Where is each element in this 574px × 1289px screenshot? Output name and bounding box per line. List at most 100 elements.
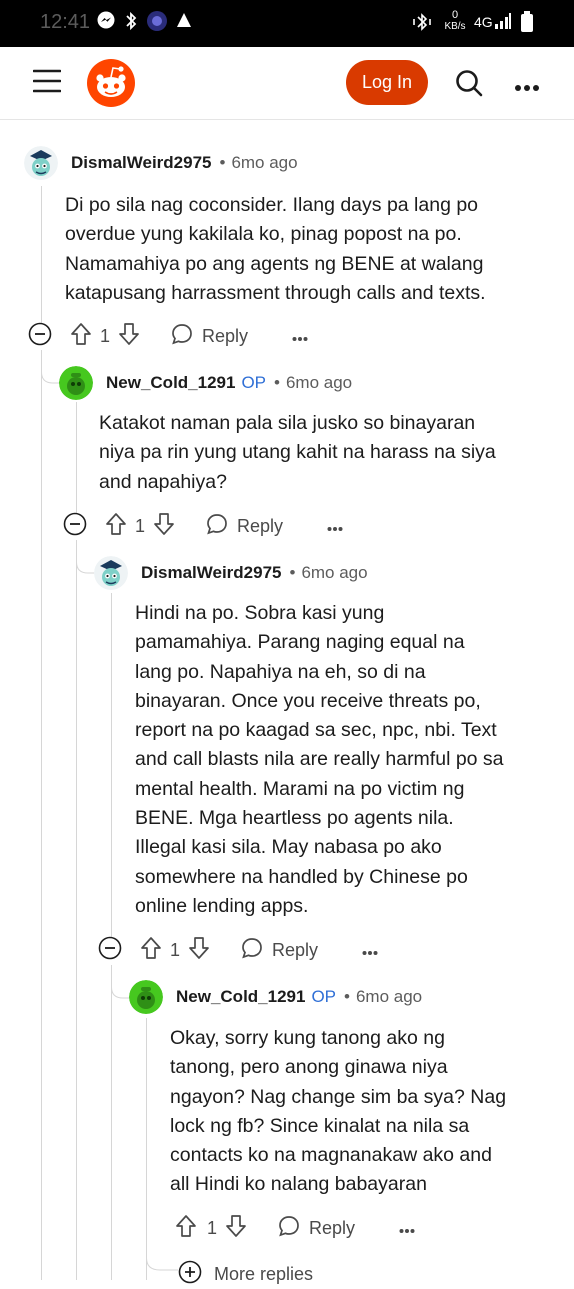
op-badge: OP bbox=[311, 987, 337, 1006]
reddit-logo-icon[interactable] bbox=[86, 58, 136, 113]
speed-value: 0 bbox=[451, 9, 459, 21]
expand-plus-icon bbox=[178, 1260, 202, 1289]
signal-icon bbox=[494, 12, 512, 35]
downvote-icon[interactable] bbox=[225, 1214, 247, 1243]
reply-button[interactable]: Reply bbox=[277, 1214, 355, 1243]
comment-line: pamamahiya. Parang naging equal na bbox=[135, 631, 465, 654]
downvote-icon[interactable] bbox=[153, 512, 175, 541]
comment-line: and call blasts nila are really harmful … bbox=[135, 748, 504, 771]
comment-line: mental health. Marami na po victim ng bbox=[135, 777, 465, 800]
separator-dot: • bbox=[289, 563, 296, 582]
vote-count: 1 bbox=[207, 1217, 218, 1238]
more-options-icon[interactable] bbox=[514, 79, 540, 97]
comment-actions: 1 Reply bbox=[175, 1212, 415, 1244]
reply-icon bbox=[277, 1214, 301, 1243]
upvote-icon[interactable] bbox=[175, 1214, 197, 1243]
comment-time: 6mo ago bbox=[231, 153, 298, 172]
comment-actions: 1 Reply bbox=[98, 934, 378, 966]
avatar[interactable] bbox=[129, 980, 163, 1014]
avatar[interactable] bbox=[24, 146, 58, 180]
vote-count: 1 bbox=[135, 515, 146, 536]
reply-icon bbox=[170, 322, 194, 351]
comment-time: 6mo ago bbox=[285, 373, 353, 392]
comment-line: Hindi na po. Sobra kasi yung bbox=[135, 602, 385, 624]
menu-icon[interactable] bbox=[32, 69, 62, 98]
reply-button[interactable]: Reply bbox=[240, 936, 318, 965]
comment-time: 6mo ago bbox=[355, 987, 423, 1006]
comment-meta: New_Cold_1291 OP • 6mo ago bbox=[176, 980, 422, 1014]
thread-line bbox=[41, 186, 42, 323]
comment-line: lang po. Napahiya na eh, so di na bbox=[135, 660, 426, 683]
comment-line: Okay, sorry kung tanong ako ng bbox=[170, 1027, 445, 1049]
collapse-icon[interactable] bbox=[63, 512, 89, 541]
comment-body: Di po sila nag coconsider. Ilang days pa… bbox=[65, 191, 486, 308]
search-icon[interactable] bbox=[455, 69, 483, 102]
thread-line bbox=[111, 965, 112, 1280]
collapse-icon[interactable] bbox=[28, 322, 54, 351]
avatar[interactable] bbox=[94, 556, 128, 590]
avatar[interactable] bbox=[59, 366, 93, 400]
vibrate-bluetooth-icon bbox=[412, 12, 432, 37]
app-header: Log In bbox=[0, 47, 574, 120]
separator-dot: • bbox=[219, 153, 226, 172]
comment-line: report na po kaagad sa sec, npc, nbi. Te… bbox=[135, 719, 497, 742]
comment-meta: DismalWeird2975 • 6mo ago bbox=[71, 146, 298, 180]
comment-time: 6mo ago bbox=[301, 563, 368, 582]
login-button[interactable]: Log In bbox=[346, 60, 428, 105]
collapse-icon[interactable] bbox=[98, 936, 124, 965]
thread-line bbox=[76, 402, 77, 514]
downvote-icon[interactable] bbox=[118, 322, 140, 351]
comment-line: Namamahiya po ang agents ng BENE at wala… bbox=[65, 252, 484, 275]
comment-line: katapusang harrassment through calls and… bbox=[65, 281, 486, 304]
thread-line bbox=[41, 350, 42, 1280]
comment-overflow-icon[interactable] bbox=[399, 1218, 415, 1239]
more-replies-button[interactable]: More replies bbox=[178, 1260, 313, 1289]
vote-count: 1 bbox=[170, 939, 181, 960]
thread-connector bbox=[146, 1240, 178, 1271]
comment-actions: 1 Reply bbox=[63, 510, 343, 542]
reply-label: Reply bbox=[309, 1217, 356, 1238]
comment-line: contacts ko na magnanakaw ako and bbox=[170, 1144, 492, 1167]
comment-line: BENE. Mga heartless po agents nila. bbox=[135, 807, 454, 830]
comment-overflow-icon[interactable] bbox=[327, 516, 343, 537]
thread-line bbox=[76, 540, 77, 1280]
comment-body: Okay, sorry kung tanong ako ng tanong, p… bbox=[170, 1024, 506, 1200]
clock: 12:41 bbox=[40, 11, 91, 33]
comment-line: Katakot naman pala sila jusko so binayar… bbox=[99, 412, 476, 434]
author-name[interactable]: DismalWeird2975 bbox=[141, 563, 281, 583]
reply-icon bbox=[240, 936, 264, 965]
comment-meta: DismalWeird2975 • 6mo ago bbox=[141, 556, 368, 590]
comment-overflow-icon[interactable] bbox=[292, 326, 308, 347]
messenger-icon bbox=[96, 10, 116, 35]
bluetooth-icon bbox=[124, 11, 138, 36]
reply-button[interactable]: Reply bbox=[205, 512, 283, 541]
alert-icon bbox=[176, 12, 192, 33]
app-notification-icon bbox=[146, 10, 168, 37]
network-type: 4G bbox=[474, 14, 493, 30]
upvote-icon[interactable] bbox=[140, 936, 162, 965]
comment-body: Hindi na po. Sobra kasi yung pamamahiya.… bbox=[135, 599, 504, 921]
upvote-icon[interactable] bbox=[105, 512, 127, 541]
comment-line: binayaran. Once you receive threats po, bbox=[135, 689, 481, 712]
comment-line: overdue yung kakilala ko, pinag popost n… bbox=[65, 223, 462, 246]
author-name[interactable]: New_Cold_1291 bbox=[106, 373, 235, 393]
downvote-icon[interactable] bbox=[188, 936, 210, 965]
comment-overflow-icon[interactable] bbox=[362, 940, 378, 961]
comment-meta: New_Cold_1291 OP • 6mo ago bbox=[106, 366, 352, 400]
comment-line: lock ng fb? Since kinalat na nila sa bbox=[170, 1114, 470, 1137]
comment-body: Katakot naman pala sila jusko so binayar… bbox=[99, 409, 496, 497]
comment-line: Di po sila nag coconsider. Ilang days pa… bbox=[65, 194, 479, 216]
author-name[interactable]: New_Cold_1291 bbox=[176, 987, 305, 1007]
comment-line: ngayon? Nag change sim ba sya? Nag bbox=[170, 1085, 507, 1108]
separator-dot: • bbox=[274, 373, 280, 392]
comment-line: Illegal kasi sila. May nabasa po ako bbox=[135, 836, 442, 859]
reply-icon bbox=[205, 512, 229, 541]
comment-line: and napahiya? bbox=[99, 470, 227, 493]
reply-button[interactable]: Reply bbox=[170, 322, 248, 351]
op-badge: OP bbox=[241, 373, 267, 392]
author-name[interactable]: DismalWeird2975 bbox=[71, 153, 211, 173]
speed-unit: KB/s bbox=[444, 21, 466, 32]
upvote-icon[interactable] bbox=[70, 322, 92, 351]
comment-actions: 1 Reply bbox=[28, 320, 308, 352]
separator-dot: • bbox=[344, 987, 350, 1006]
